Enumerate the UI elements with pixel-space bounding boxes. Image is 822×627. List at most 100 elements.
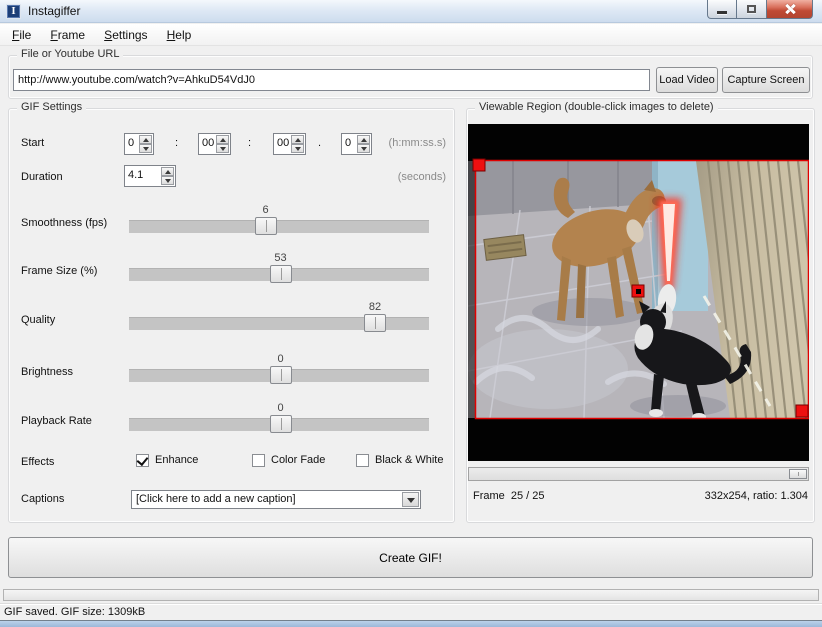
maximize-button[interactable]: [737, 0, 767, 19]
playback-rate-row: Playback Rate 0: [9, 402, 456, 436]
status-message: GIF saved. GIF size: 1309kB: [4, 606, 146, 618]
minimize-button[interactable]: [707, 0, 737, 19]
frame-size-value: 53: [274, 252, 287, 264]
start-hours-spinner[interactable]: 0: [124, 133, 154, 155]
duration-spinner[interactable]: 4.1: [124, 165, 176, 187]
captions-value: [Click here to add a new caption]: [136, 493, 296, 505]
start-format-hint: (h:mm:ss.s): [388, 137, 446, 149]
quality-slider[interactable]: 82: [129, 301, 429, 335]
black-white-checkbox[interactable]: [356, 454, 369, 467]
status-bar: GIF saved. GIF size: 1309kB: [0, 603, 822, 620]
chevron-down-icon: [406, 498, 415, 503]
close-button[interactable]: [767, 0, 813, 19]
spin-up-icon[interactable]: [139, 135, 152, 144]
effects-label: Effects: [21, 456, 55, 468]
spin-down-icon[interactable]: [357, 144, 370, 153]
frame-scrollbar-handle[interactable]: [789, 469, 807, 479]
spin-down-icon[interactable]: [139, 144, 152, 153]
menu-file[interactable]: File: [4, 24, 39, 45]
spin-up-icon[interactable]: [161, 167, 174, 176]
menu-frame[interactable]: Frame: [42, 24, 93, 45]
start-tenths-value: 0: [345, 137, 352, 149]
selection-handle-top-left[interactable]: [472, 158, 486, 172]
duration-hint: (seconds): [397, 171, 446, 183]
video-frame-image: [468, 124, 810, 461]
maximize-icon: [746, 5, 756, 13]
start-seconds-value: 00: [277, 137, 290, 149]
brightness-handle[interactable]: [269, 366, 292, 384]
start-minutes-value: 00: [202, 137, 215, 149]
start-tenths-spinner[interactable]: 0: [341, 133, 372, 155]
brightness-value: 0: [277, 353, 284, 365]
enhance-checkbox[interactable]: [136, 454, 149, 467]
time-separator: .: [318, 137, 322, 149]
duration-value: 4.1: [128, 169, 144, 181]
selection-handle-bottom-right[interactable]: [795, 404, 809, 418]
menu-settings[interactable]: Settings: [96, 24, 155, 45]
frame-scrollbar[interactable]: [468, 467, 809, 481]
instagiffer-window: I Instagiffer File Frame Settings Help F…: [0, 0, 822, 627]
url-input[interactable]: [13, 69, 650, 91]
frame-size-handle[interactable]: [269, 265, 292, 283]
titlebar[interactable]: I Instagiffer: [0, 0, 822, 23]
color-fade-checkbox[interactable]: [252, 454, 265, 467]
start-hours-value: 0: [128, 137, 135, 149]
frame-size-label: Frame Size (%): [21, 265, 98, 277]
capture-screen-button[interactable]: Capture Screen: [722, 67, 810, 93]
window-title: Instagiffer: [28, 4, 81, 18]
video-preview[interactable]: [468, 124, 810, 461]
menu-help[interactable]: Help: [159, 24, 200, 45]
minimize-icon: [717, 11, 727, 14]
brightness-slider[interactable]: 0: [129, 353, 429, 387]
viewable-region-label: Viewable Region (double-click images to …: [475, 101, 718, 113]
dropdown-button[interactable]: [402, 492, 419, 507]
create-gif-button[interactable]: Create GIF!: [8, 537, 813, 578]
frame-counter: Frame 25 / 25: [473, 490, 545, 502]
url-group-label: File or Youtube URL: [17, 48, 124, 60]
playback-rate-value: 0: [277, 402, 284, 414]
effects-options: Enhance Color Fade Black & White: [136, 454, 446, 470]
smoothness-label: Smoothness (fps): [21, 217, 108, 229]
color-fade-label: Color Fade: [271, 454, 326, 466]
spin-up-icon[interactable]: [357, 135, 370, 144]
frame-size-slider[interactable]: 53: [129, 252, 429, 286]
doormat: [483, 234, 527, 261]
start-minutes-spinner[interactable]: 00: [198, 133, 231, 155]
url-groupbox: File or Youtube URL Load Video Capture S…: [8, 48, 813, 99]
smoothness-row: Smoothness (fps) 6: [9, 204, 456, 238]
load-video-button[interactable]: Load Video: [656, 67, 718, 93]
progress-bar: [3, 589, 819, 601]
captions-combobox[interactable]: [Click here to add a new caption]: [131, 490, 421, 509]
spin-up-icon[interactable]: [216, 135, 229, 144]
quality-handle[interactable]: [364, 314, 386, 332]
playback-rate-label: Playback Rate: [21, 415, 92, 427]
time-separator: :: [248, 137, 252, 149]
spin-up-icon[interactable]: [291, 135, 304, 144]
black-white-label: Black & White: [375, 454, 444, 466]
smoothness-handle[interactable]: [254, 217, 277, 235]
smoothness-value: 6: [262, 204, 269, 216]
frame-size-row: Frame Size (%) 53: [9, 252, 456, 286]
start-label: Start: [21, 137, 45, 149]
menubar: File Frame Settings Help: [0, 24, 822, 46]
start-seconds-spinner[interactable]: 00: [273, 133, 306, 155]
size-ratio-label: 332x254, ratio: 1.304: [704, 490, 808, 502]
spin-down-icon[interactable]: [216, 144, 229, 153]
brightness-row: Brightness 0: [9, 353, 456, 387]
captions-label: Captions: [21, 493, 65, 505]
smoothness-slider[interactable]: 6: [129, 204, 429, 238]
smoothness-track[interactable]: [129, 220, 429, 233]
time-separator: :: [175, 137, 179, 149]
window-frame-edge: [0, 620, 822, 627]
gif-settings-groupbox: GIF Settings Start 0 : 00 : 00 . 0 (h:mm…: [8, 101, 456, 523]
playback-rate-slider[interactable]: 0: [129, 402, 429, 436]
spin-down-icon[interactable]: [161, 176, 174, 185]
quality-row: Quality 82: [9, 301, 456, 335]
gif-settings-label: GIF Settings: [17, 101, 87, 113]
spin-down-icon[interactable]: [291, 144, 304, 153]
app-icon: I: [6, 4, 21, 19]
brightness-label: Brightness: [21, 366, 73, 378]
playback-rate-handle[interactable]: [269, 415, 292, 433]
quality-value: 82: [368, 301, 382, 313]
enhance-label: Enhance: [155, 454, 199, 466]
